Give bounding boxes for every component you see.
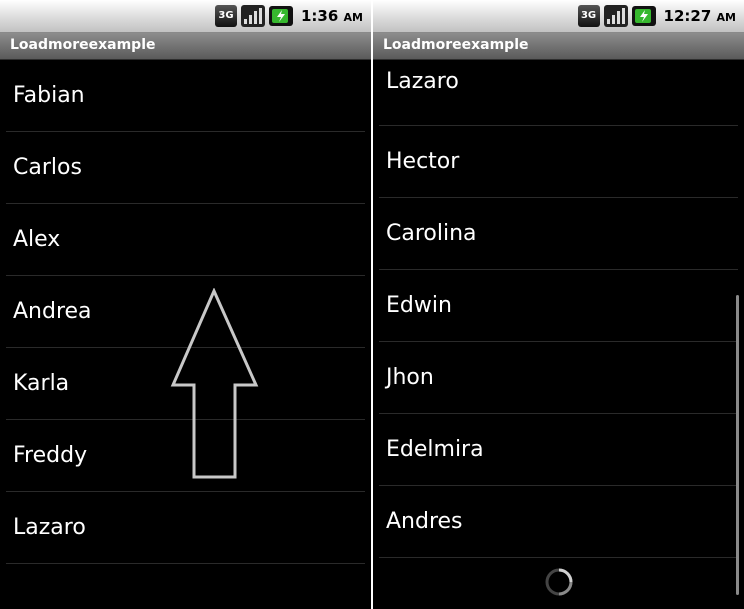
list-item[interactable]: Carlos — [6, 132, 365, 204]
status-clock: 1:36 AM — [300, 7, 363, 25]
battery-charging-icon — [631, 6, 656, 26]
phone-screen-right: 3G 12:27 AM Loadmoreexample Lazaro Hecto… — [373, 0, 744, 609]
list-item[interactable]: Lazaro — [6, 492, 365, 564]
loading-spinner-icon — [545, 568, 573, 596]
list-scrollbar[interactable] — [736, 295, 739, 595]
status-clock: 12:27 AM — [663, 7, 736, 25]
network-label: 3G — [580, 10, 597, 21]
phone-screen-left: 3G 1:36 AM Loadmoreexample Fabian Carlos… — [0, 0, 371, 609]
status-icons: 3G 1:36 AM — [214, 4, 363, 28]
network-3g-icon: 3G — [577, 5, 600, 27]
battery-charging-icon — [268, 6, 293, 26]
status-icons: 3G 12:27 AM — [577, 4, 736, 28]
list-item[interactable]: Alex — [6, 204, 365, 276]
list-item[interactable]: Andres — [379, 486, 738, 558]
list-item[interactable]: Fabian — [6, 60, 365, 132]
list-item[interactable]: Lazaro — [379, 54, 738, 126]
list-item[interactable]: Edelmira — [379, 414, 738, 486]
list-item[interactable]: Carolina — [379, 198, 738, 270]
list-item[interactable]: Edwin — [379, 270, 738, 342]
app-title-bar: Loadmoreexample — [0, 33, 371, 60]
status-bar: 3G 12:27 AM — [373, 0, 744, 33]
list-item[interactable]: Jhon — [379, 342, 738, 414]
list-item[interactable]: Hector — [379, 126, 738, 198]
app-title: Loadmoreexample — [383, 37, 529, 53]
app-title: Loadmoreexample — [10, 37, 156, 53]
network-3g-icon: 3G — [214, 5, 237, 27]
status-bar: 3G 1:36 AM — [0, 0, 371, 33]
names-list[interactable]: Lazaro Hector Carolina Edwin Jhon Edelmi… — [373, 54, 744, 558]
signal-strength-icon — [240, 5, 265, 27]
signal-strength-icon — [603, 5, 628, 27]
swipe-up-arrow-icon — [170, 288, 259, 479]
network-label: 3G — [218, 10, 234, 21]
